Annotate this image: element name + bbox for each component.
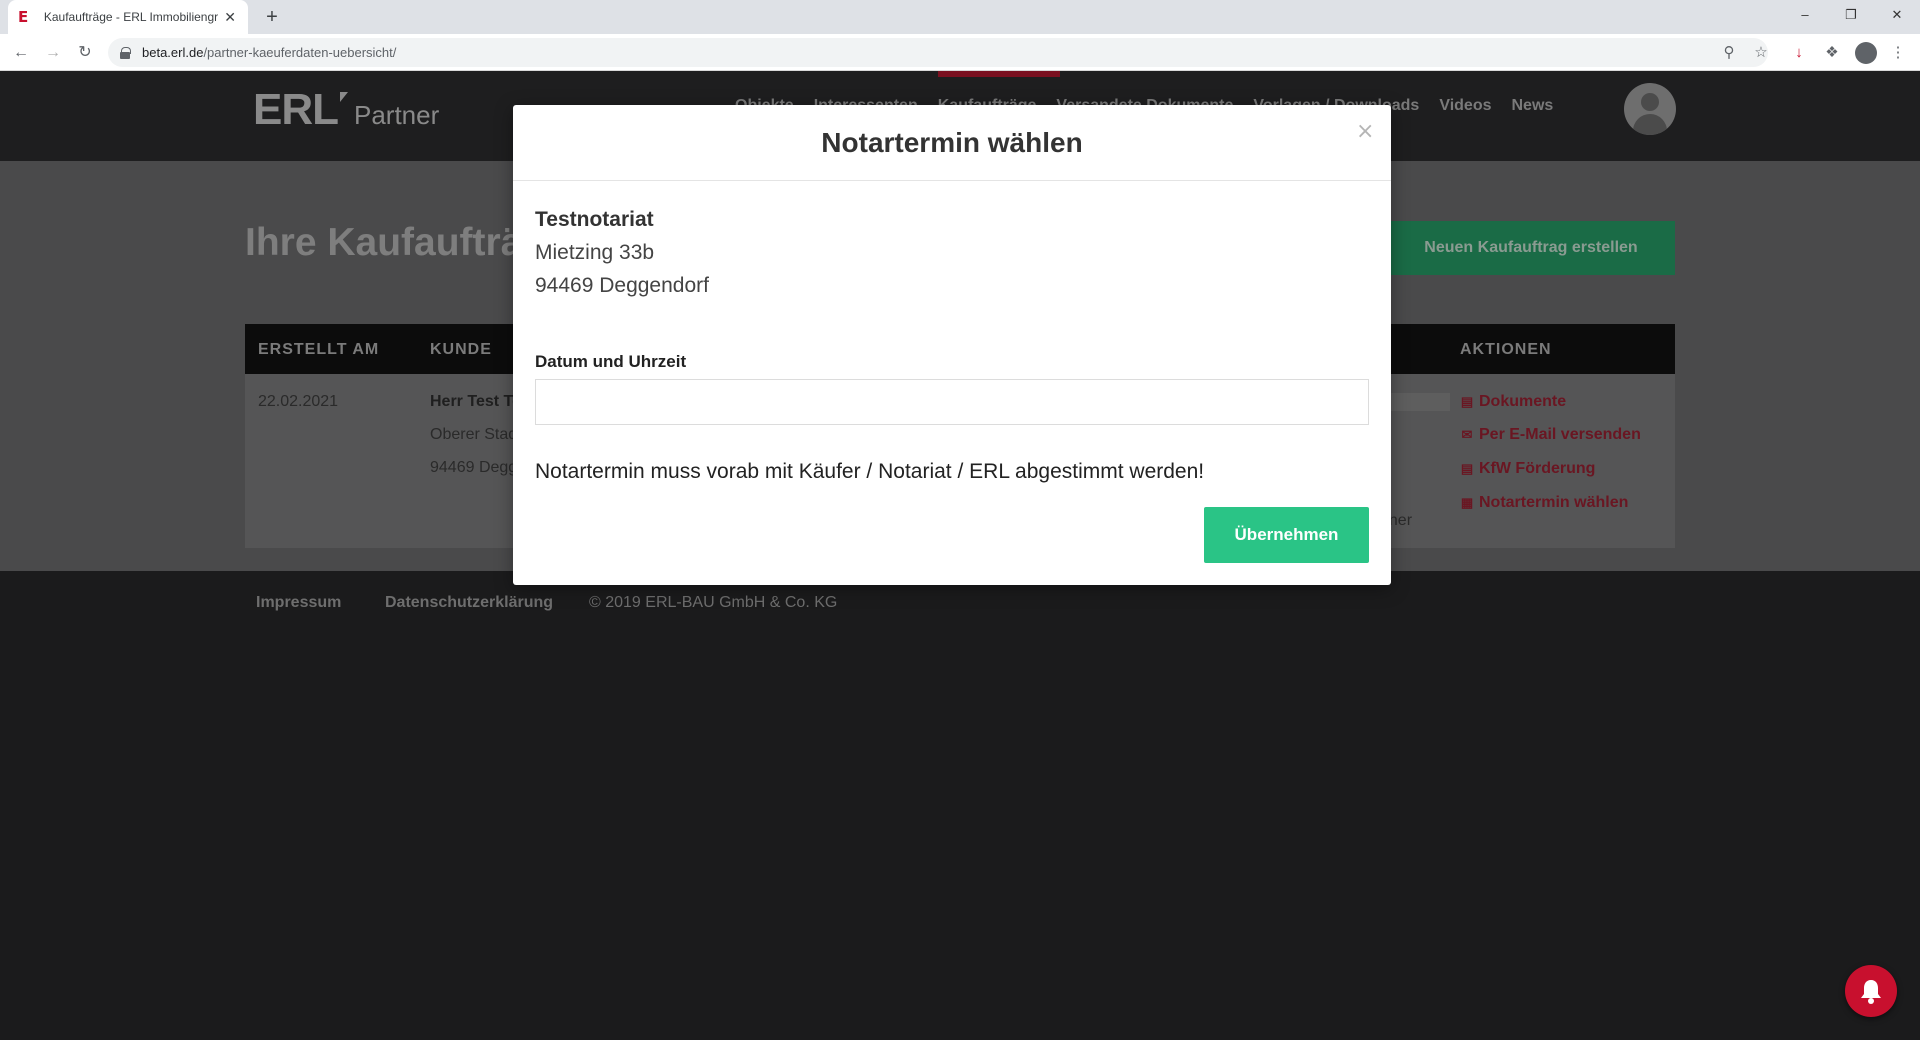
action-notary-appointment[interactable]: ▦ Notartermin wählen <box>1460 494 1629 512</box>
col-header-actions: AKTIONEN <box>1460 341 1552 358</box>
reload-icon[interactable]: ↻ <box>72 40 98 66</box>
footer-privacy-link[interactable]: Datenschutzerklärung <box>385 594 553 612</box>
address-bar[interactable]: beta.erl.de/partner-kaeuferdaten-uebersi… <box>108 38 1768 67</box>
browser-tab[interactable]: E Kaufaufträge - ERL Immobiliengr ✕ <box>8 0 248 34</box>
modal-title: Notartermin wählen <box>821 127 1083 158</box>
status-bar <box>1390 393 1450 411</box>
notary-appointment-modal: Notartermin wählen × Testnotariat Mietzi… <box>513 105 1391 585</box>
extensions-puzzle-icon[interactable]: ❖ <box>1822 43 1842 63</box>
action-send-email[interactable]: ✉ Per E-Mail versenden <box>1460 426 1641 444</box>
footer-impressum-link[interactable]: Impressum <box>256 594 341 612</box>
extension-pin-icon[interactable]: ↓ <box>1789 43 1809 63</box>
new-order-button[interactable]: Neuen Kaufauftrag erstellen <box>1387 221 1675 275</box>
bookmark-star-icon[interactable]: ☆ <box>1751 43 1771 63</box>
lock-icon <box>120 46 131 59</box>
document-icon: ▤ <box>1460 461 1474 476</box>
nav-active-indicator <box>938 71 1060 77</box>
action-send-email-label: Per E-Mail versenden <box>1479 426 1641 443</box>
browser-tabstrip: E Kaufaufträge - ERL Immobiliengr ✕ + – … <box>0 0 1920 34</box>
notary-city: 94469 Deggendorf <box>535 274 709 297</box>
zoom-icon[interactable]: ⚲ <box>1719 43 1739 63</box>
tab-title: Kaufaufträge - ERL Immobiliengr <box>43 10 219 24</box>
action-kfw[interactable]: ▤ KfW Förderung <box>1460 460 1596 478</box>
action-documents-label: Dokumente <box>1479 393 1567 410</box>
new-tab-button[interactable]: + <box>260 5 284 29</box>
erl-partner-logo[interactable]: ERL Partner <box>253 85 439 135</box>
nav-item-news[interactable]: News <box>1512 97 1554 115</box>
modal-header: Notartermin wählen × <box>513 105 1391 181</box>
submit-button[interactable]: Übernehmen <box>1204 507 1369 563</box>
page-viewport: ERL Partner Objekte Interessenten Kaufau… <box>0 71 1920 1040</box>
user-avatar-icon[interactable] <box>1624 83 1676 135</box>
document-icon: ▤ <box>1460 394 1474 409</box>
notification-bell-button[interactable] <box>1845 965 1897 1017</box>
url-path: /partner-kaeuferdaten-uebersicht/ <box>203 45 397 60</box>
envelope-icon: ✉ <box>1461 427 1473 442</box>
logo-partner-text: Partner <box>354 100 440 130</box>
browser-menu-icon[interactable]: ⋮ <box>1888 43 1908 63</box>
back-arrow-icon[interactable]: ← <box>8 40 34 66</box>
forward-arrow-icon[interactable]: → <box>40 40 66 66</box>
nav-item-videos[interactable]: Videos <box>1439 97 1491 115</box>
bell-icon <box>1861 980 1881 1004</box>
logo-mark-icon <box>340 92 348 102</box>
date-time-input[interactable] <box>535 379 1369 425</box>
action-kfw-label: KfW Förderung <box>1479 460 1596 477</box>
url-host: beta.erl.de <box>142 45 204 60</box>
profile-avatar-icon[interactable] <box>1855 42 1877 64</box>
footer-copyright: © 2019 ERL-BAU GmbH & Co. KG <box>589 594 838 611</box>
notary-name: Testnotariat <box>535 208 654 231</box>
action-documents[interactable]: ▤ Dokumente <box>1460 393 1566 411</box>
coordination-notice: Notartermin muss vorab mit Käufer / Nota… <box>535 460 1205 483</box>
cell-created-date: 22.02.2021 <box>258 393 339 410</box>
modal-close-icon[interactable]: × <box>1356 119 1374 144</box>
erl-favicon-icon: E <box>18 8 29 26</box>
logo-erl-text: ERL <box>253 85 339 134</box>
tab-close-icon[interactable]: ✕ <box>222 9 238 26</box>
notary-street: Mietzing 33b <box>535 241 655 264</box>
date-time-label: Datum und Uhrzeit <box>535 352 687 371</box>
col-header-created: ERSTELLT AM <box>258 341 380 358</box>
browser-toolbar: ← → ↻ beta.erl.de/partner-kaeuferdaten-u… <box>0 34 1920 71</box>
minimize-button[interactable]: – <box>1782 0 1828 30</box>
restore-button[interactable]: ❐ <box>1828 0 1874 30</box>
close-window-button[interactable]: ✕ <box>1874 0 1920 30</box>
calendar-icon: ▦ <box>1460 495 1474 510</box>
action-notary-label: Notartermin wählen <box>1479 494 1629 511</box>
col-header-customer: KUNDE <box>430 341 492 358</box>
